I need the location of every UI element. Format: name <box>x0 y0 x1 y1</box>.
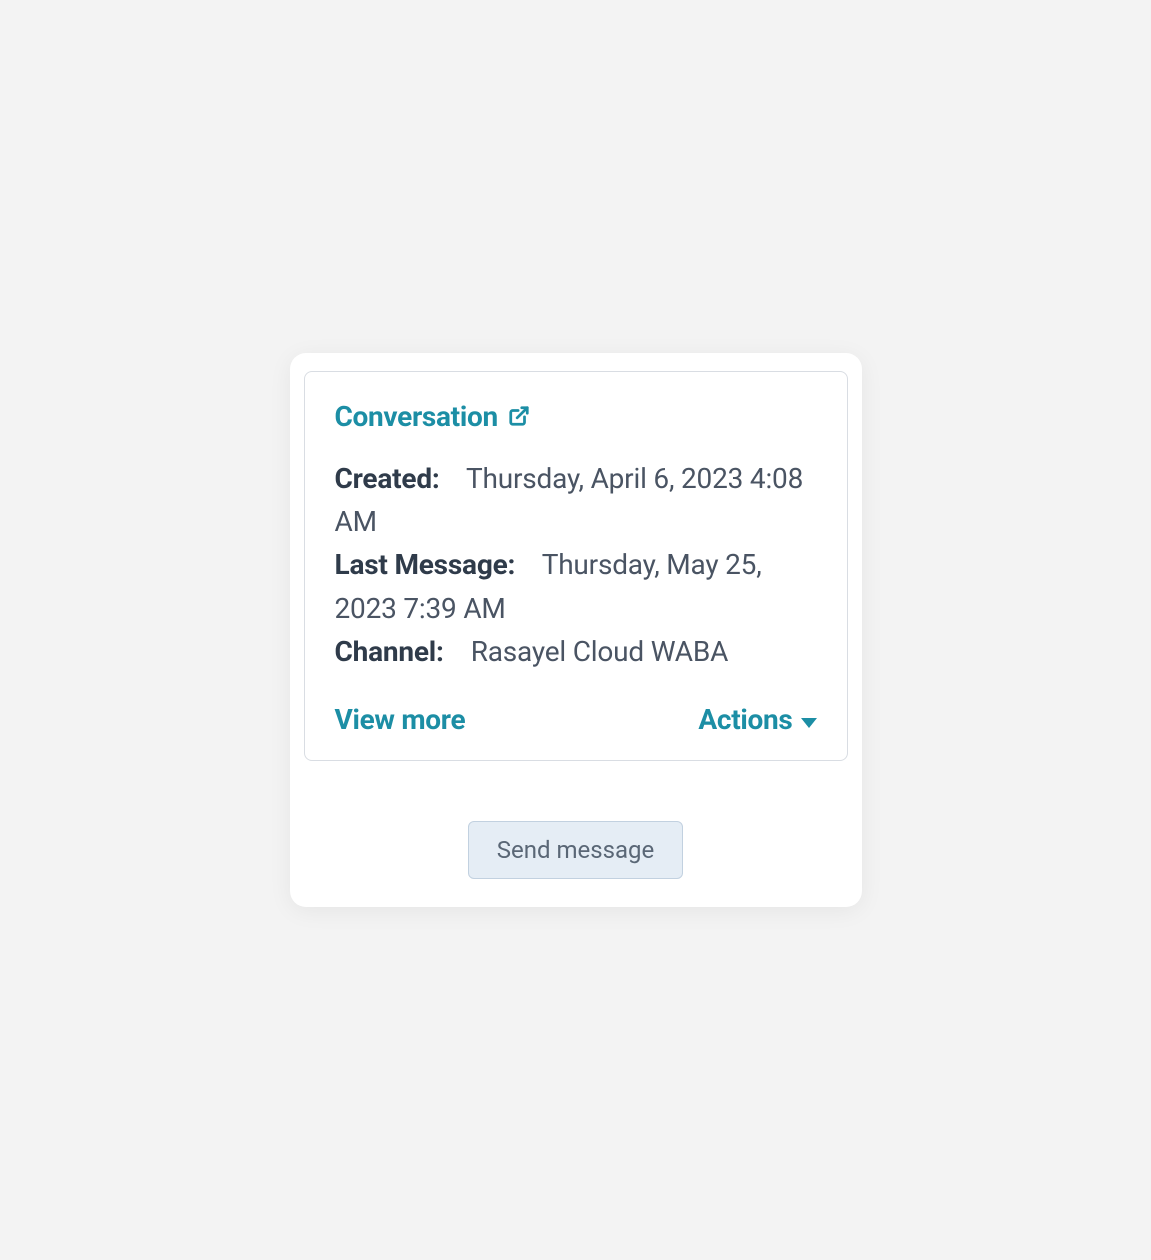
caret-down-icon <box>801 718 817 728</box>
external-link-icon <box>508 403 530 429</box>
card-footer: View more Actions <box>335 703 817 736</box>
last-message-row: Last Message: Thursday, May 25, 2023 7:3… <box>335 543 817 630</box>
conversation-panel: Conversation Created: Thursday, April 6,… <box>290 353 862 908</box>
send-button-container: Send message <box>304 821 848 879</box>
channel-row: Channel: Rasayel Cloud WABA <box>335 630 817 673</box>
send-message-button[interactable]: Send message <box>468 821 684 879</box>
channel-value: Rasayel Cloud WABA <box>471 635 728 668</box>
created-label: Created: <box>335 462 440 495</box>
channel-label: Channel: <box>335 635 444 668</box>
conversation-title: Conversation <box>335 400 498 433</box>
conversation-header[interactable]: Conversation <box>335 400 817 433</box>
last-message-label: Last Message: <box>335 548 516 581</box>
actions-dropdown[interactable]: Actions <box>698 703 816 736</box>
actions-label: Actions <box>698 703 792 736</box>
view-more-link[interactable]: View more <box>335 703 466 736</box>
created-row: Created: Thursday, April 6, 2023 4:08 AM <box>335 457 817 544</box>
conversation-card: Conversation Created: Thursday, April 6,… <box>304 371 848 762</box>
